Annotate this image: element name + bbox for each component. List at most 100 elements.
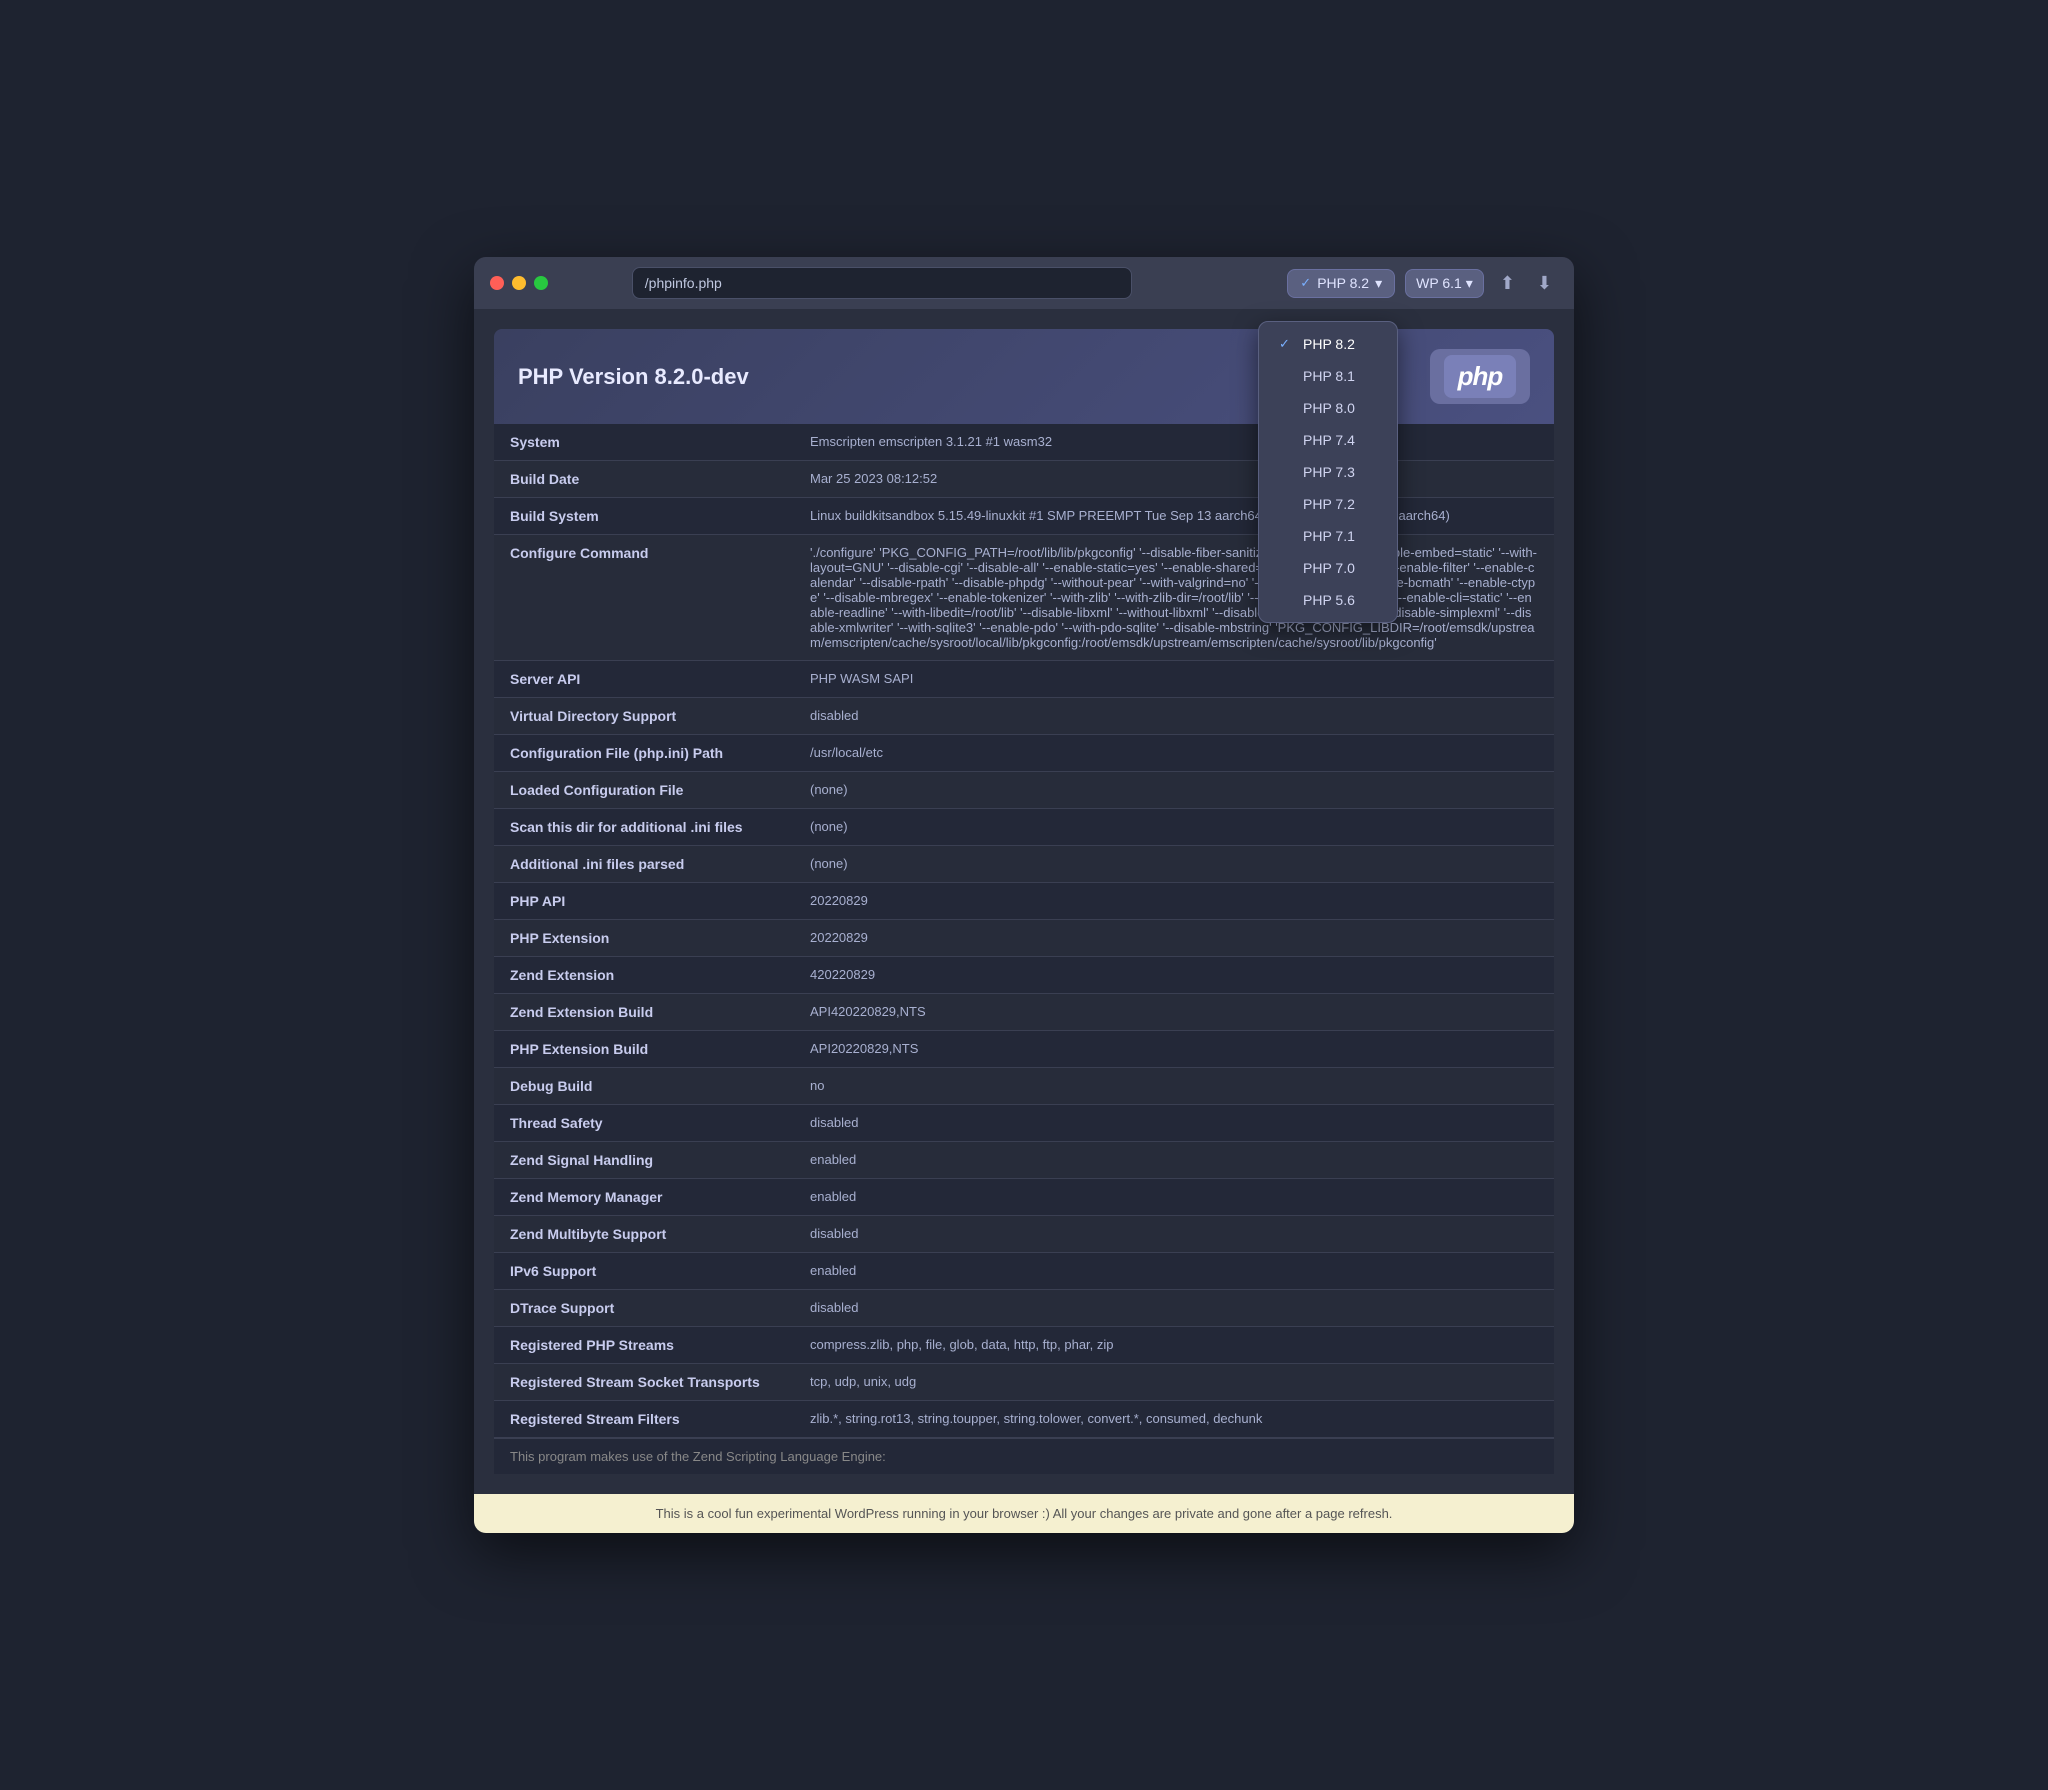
dropdown-option-label: PHP 5.6 — [1303, 592, 1355, 608]
table-cell-key: PHP Extension Build — [494, 1031, 794, 1068]
table-cell-key: Registered Stream Socket Transports — [494, 1364, 794, 1401]
table-row: Zend Signal Handlingenabled — [494, 1142, 1554, 1179]
table-cell-key: Scan this dir for additional .ini files — [494, 809, 794, 846]
wp-version-label: WP 6.1 — [1416, 275, 1462, 291]
table-cell-key: Debug Build — [494, 1068, 794, 1105]
table-cell-key: Virtual Directory Support — [494, 698, 794, 735]
table-cell-key: Zend Extension Build — [494, 994, 794, 1031]
table-row: Zend Multibyte Supportdisabled — [494, 1216, 1554, 1253]
download-button[interactable]: ⬇ — [1531, 269, 1558, 298]
titlebar: /phpinfo.php ✓ PHP 8.2 ▾ ✓ PHP 8.2 PHP 8… — [474, 257, 1574, 309]
table-row: PHP API20220829 — [494, 883, 1554, 920]
address-text: /phpinfo.php — [645, 275, 722, 291]
browser-window: /phpinfo.php ✓ PHP 8.2 ▾ ✓ PHP 8.2 PHP 8… — [474, 257, 1574, 1533]
table-cell-key: PHP Extension — [494, 920, 794, 957]
dropdown-option-label: PHP 8.0 — [1303, 400, 1355, 416]
table-cell-value: compress.zlib, php, file, glob, data, ht… — [794, 1327, 1554, 1364]
php-logo: php — [1430, 349, 1530, 404]
table-cell-value: 20220829 — [794, 920, 1554, 957]
table-cell-value: './configure' 'PKG_CONFIG_PATH=/root/lib… — [794, 535, 1554, 661]
table-row: Debug Buildno — [494, 1068, 1554, 1105]
table-row: PHP Extension BuildAPI20220829,NTS — [494, 1031, 1554, 1068]
table-cell-key: Configure Command — [494, 535, 794, 661]
php-version-dropdown-menu: ✓ PHP 8.2 PHP 8.1 PHP 8.0 PHP 7.4 — [1258, 321, 1398, 623]
table-row: Thread Safetydisabled — [494, 1105, 1554, 1142]
table-cell-key: Configuration File (php.ini) Path — [494, 735, 794, 772]
dropdown-item-php82[interactable]: ✓ PHP 8.2 — [1259, 328, 1397, 360]
table-cell-key: Build Date — [494, 461, 794, 498]
footer-text: This is a cool fun experimental WordPres… — [656, 1506, 1393, 1521]
table-cell-value: PHP WASM SAPI — [794, 661, 1554, 698]
table-cell-value: zlib.*, string.rot13, string.toupper, st… — [794, 1401, 1554, 1438]
dropdown-option-label: PHP 7.3 — [1303, 464, 1355, 480]
chevron-down-icon: ▾ — [1375, 275, 1382, 292]
dropdown-item-php56[interactable]: PHP 5.6 — [1259, 584, 1397, 616]
table-cell-value: disabled — [794, 1290, 1554, 1327]
toolbar-right: ✓ PHP 8.2 ▾ ✓ PHP 8.2 PHP 8.1 PHP 8.0 — [1287, 269, 1558, 298]
table-row: Loaded Configuration File(none) — [494, 772, 1554, 809]
dropdown-item-php74[interactable]: PHP 7.4 — [1259, 424, 1397, 456]
table-cell-key: IPv6 Support — [494, 1253, 794, 1290]
chevron-down-icon: ▾ — [1466, 275, 1473, 292]
table-row: Zend Extension BuildAPI420220829,NTS — [494, 994, 1554, 1031]
table-cell-key: Zend Extension — [494, 957, 794, 994]
table-cell-value: disabled — [794, 1105, 1554, 1142]
table-row: Registered Stream Filterszlib.*, string.… — [494, 1401, 1554, 1438]
zend-footer-text: This program makes use of the Zend Scrip… — [510, 1449, 886, 1464]
table-cell-value: enabled — [794, 1179, 1554, 1216]
table-cell-value: Linux buildkitsandbox 5.15.49-linuxkit #… — [794, 498, 1554, 535]
table-row: Server APIPHP WASM SAPI — [494, 661, 1554, 698]
table-cell-key: Build System — [494, 498, 794, 535]
table-cell-key: Zend Signal Handling — [494, 1142, 794, 1179]
close-button[interactable] — [490, 276, 504, 290]
wp-version-selector[interactable]: WP 6.1 ▾ — [1405, 269, 1484, 298]
table-cell-key: Additional .ini files parsed — [494, 846, 794, 883]
php-version-selector[interactable]: ✓ PHP 8.2 ▾ — [1287, 269, 1395, 298]
selected-check-icon: ✓ — [1279, 336, 1295, 352]
table-cell-key: Server API — [494, 661, 794, 698]
php-logo-text: php — [1444, 355, 1517, 398]
table-row: Zend Memory Managerenabled — [494, 1179, 1554, 1216]
table-cell-value: enabled — [794, 1142, 1554, 1179]
dropdown-option-label: PHP 7.4 — [1303, 432, 1355, 448]
minimize-button[interactable] — [512, 276, 526, 290]
table-cell-value: (none) — [794, 846, 1554, 883]
traffic-lights — [490, 276, 548, 290]
dropdown-item-php80[interactable]: PHP 8.0 — [1259, 392, 1397, 424]
table-cell-value: 420220829 — [794, 957, 1554, 994]
dropdown-item-php73[interactable]: PHP 7.3 — [1259, 456, 1397, 488]
maximize-button[interactable] — [534, 276, 548, 290]
table-cell-value: API20220829,NTS — [794, 1031, 1554, 1068]
table-row: Virtual Directory Supportdisabled — [494, 698, 1554, 735]
dropdown-option-label: PHP 7.1 — [1303, 528, 1355, 544]
table-cell-key: Zend Memory Manager — [494, 1179, 794, 1216]
table-cell-key: Registered PHP Streams — [494, 1327, 794, 1364]
table-cell-key: PHP API — [494, 883, 794, 920]
table-cell-value: (none) — [794, 809, 1554, 846]
dropdown-option-label: PHP 8.2 — [1303, 336, 1355, 352]
table-cell-key: Registered Stream Filters — [494, 1401, 794, 1438]
dropdown-option-label: PHP 8.1 — [1303, 368, 1355, 384]
table-row: Registered PHP Streamscompress.zlib, php… — [494, 1327, 1554, 1364]
table-row: PHP Extension20220829 — [494, 920, 1554, 957]
dropdown-item-php72[interactable]: PHP 7.2 — [1259, 488, 1397, 520]
table-cell-value: (none) — [794, 772, 1554, 809]
address-bar[interactable]: /phpinfo.php — [632, 267, 1132, 299]
table-cell-value: 20220829 — [794, 883, 1554, 920]
dropdown-item-php71[interactable]: PHP 7.1 — [1259, 520, 1397, 552]
table-cell-key: Loaded Configuration File — [494, 772, 794, 809]
table-cell-value: Emscripten emscripten 3.1.21 #1 wasm32 — [794, 424, 1554, 461]
table-row: IPv6 Supportenabled — [494, 1253, 1554, 1290]
share-button[interactable]: ⬆ — [1494, 269, 1521, 298]
dropdown-option-label: PHP 7.0 — [1303, 560, 1355, 576]
table-cell-value: enabled — [794, 1253, 1554, 1290]
table-cell-key: DTrace Support — [494, 1290, 794, 1327]
dropdown-item-php81[interactable]: PHP 8.1 — [1259, 360, 1397, 392]
footer-bar: This is a cool fun experimental WordPres… — [474, 1494, 1574, 1533]
php-version-label: PHP 8.2 — [1317, 275, 1369, 291]
dropdown-item-php70[interactable]: PHP 7.0 — [1259, 552, 1397, 584]
table-cell-value: API420220829,NTS — [794, 994, 1554, 1031]
table-row: Registered Stream Socket Transportstcp, … — [494, 1364, 1554, 1401]
table-cell-value: disabled — [794, 1216, 1554, 1253]
table-cell-value: Mar 25 2023 08:12:52 — [794, 461, 1554, 498]
